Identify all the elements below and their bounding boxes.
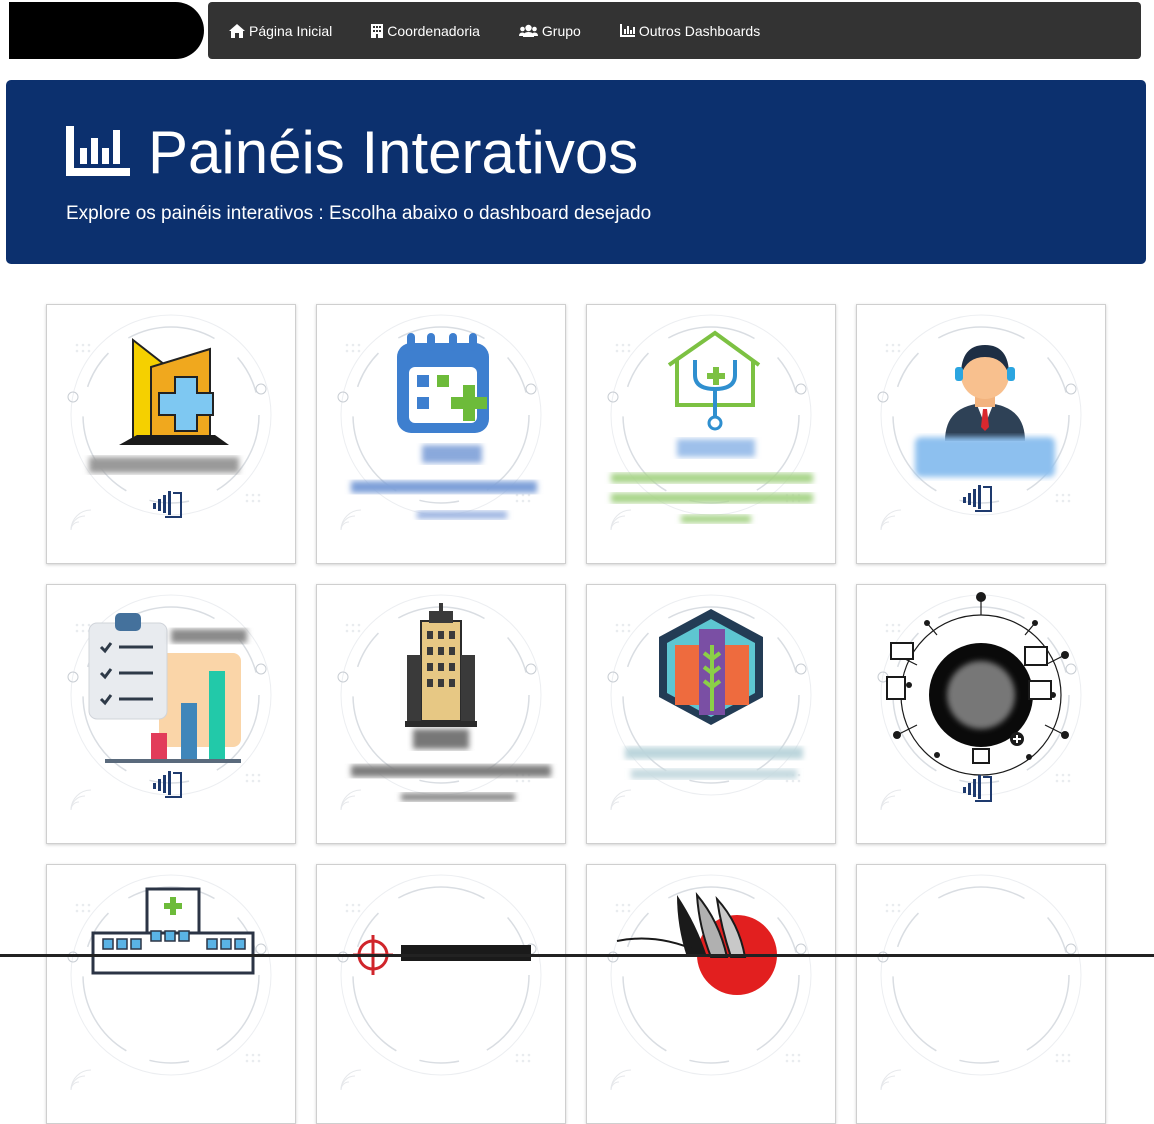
hospital-icon	[67, 874, 272, 1091]
target-logo-icon	[337, 874, 542, 1091]
dashboard-card-11[interactable]	[586, 864, 836, 1124]
home-icon	[229, 23, 245, 38]
dashboard-card-2[interactable]	[316, 304, 566, 564]
page-subtitle: Explore os painéis interativos : Escolha…	[66, 203, 652, 224]
calendar-plus-icon	[337, 314, 542, 531]
dashboard-card-4[interactable]	[856, 304, 1106, 564]
checklist-chart-icon	[67, 594, 272, 811]
nav-grupo-label: Grupo	[541, 22, 581, 39]
blank-card-icon	[877, 874, 1082, 1091]
hero-banner: Painéis Interativos Explore os painéis i…	[6, 80, 1146, 264]
call-center-agent-icon	[877, 314, 1082, 531]
logo[interactable]	[9, 2, 204, 59]
nav-home[interactable]: Página Inicial	[229, 23, 332, 39]
dashboard-card-3[interactable]	[586, 304, 836, 564]
hexagon-buildings-icon	[607, 594, 812, 811]
home-health-stethoscope-icon	[607, 314, 813, 531]
building-icon	[371, 23, 384, 38]
nav-coordenadoria-label: Coordenadoria	[387, 22, 480, 39]
page-title: Painéis Interativos	[148, 119, 639, 186]
hero-title-row: Painéis Interativos	[66, 118, 638, 188]
network-brain-icon	[877, 592, 1082, 811]
dashboard-card-7[interactable]	[586, 584, 836, 844]
nav-grupo[interactable]: Grupo	[518, 22, 581, 39]
nav-home-label: Página Inicial	[249, 22, 333, 39]
dashboard-card-10[interactable]	[316, 864, 566, 1124]
top-navbar: Página Inicial Coordenadoria Grupo Outro…	[208, 2, 1141, 59]
nav-coordenadoria[interactable]: Coordenadoria	[371, 23, 480, 39]
dashboard-card-1[interactable]	[46, 304, 296, 564]
users-icon	[518, 24, 538, 37]
nav-outros-dashboards[interactable]: Outros Dashboards	[619, 22, 761, 39]
hospital-building-icon	[67, 314, 272, 531]
dashboard-card-6[interactable]	[316, 584, 566, 844]
dashboard-card-8[interactable]	[856, 584, 1106, 844]
bar-chart-icon	[619, 24, 635, 37]
bar-chart-icon	[66, 125, 130, 181]
dashboard-card-9[interactable]	[46, 864, 296, 1124]
dashboard-card-12[interactable]	[856, 864, 1106, 1124]
office-tower-icon	[337, 594, 551, 811]
wings-logo-icon	[607, 874, 812, 1091]
nav-outros-dashboards-label: Outros Dashboards	[638, 22, 761, 39]
dashboard-card-5[interactable]	[46, 584, 296, 844]
